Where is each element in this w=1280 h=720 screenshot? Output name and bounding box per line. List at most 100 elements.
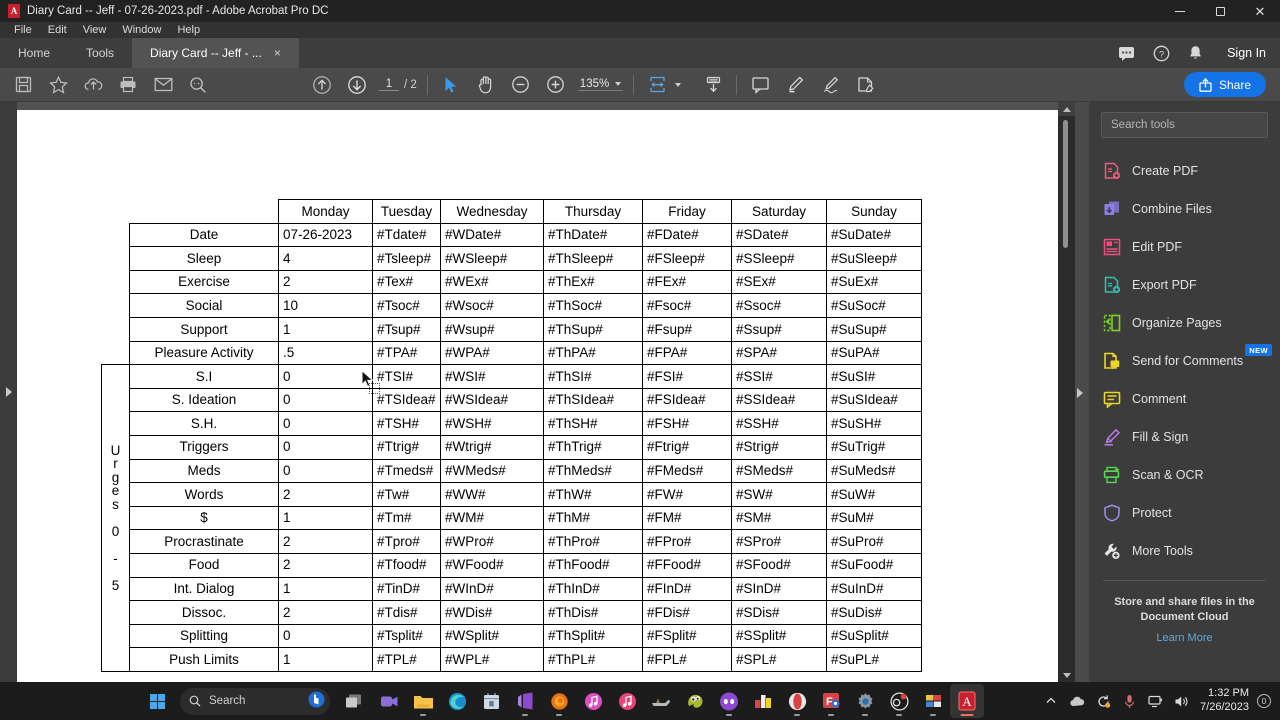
cell-wednesday-15[interactable]: #WInD# bbox=[440, 576, 544, 602]
color-tool-icon[interactable] bbox=[746, 684, 780, 718]
tab-tools[interactable]: Tools bbox=[68, 38, 133, 68]
document-view[interactable]: Monday Tuesday Wednesday Thursday Friday… bbox=[17, 102, 1075, 682]
cell-saturday-13[interactable]: #SPro# bbox=[731, 529, 827, 554]
cell-monday-10[interactable]: 0 bbox=[278, 458, 373, 484]
cell-sunday-6[interactable]: #SuSI# bbox=[826, 364, 922, 389]
cell-sunday-13[interactable]: #SuPro# bbox=[826, 529, 922, 554]
maximize-button[interactable] bbox=[1200, 0, 1240, 22]
cell-saturday-7[interactable]: #SSIdea# bbox=[731, 387, 827, 413]
scroll-up-button[interactable] bbox=[1058, 102, 1075, 116]
microsoft-edge-icon[interactable] bbox=[440, 684, 474, 718]
cell-wednesday-18[interactable]: #WPL# bbox=[440, 647, 544, 672]
cell-sunday-2[interactable]: #SuEx# bbox=[826, 269, 922, 295]
microsoft-store-icon[interactable] bbox=[474, 684, 508, 718]
fill-and-sign-icon[interactable] bbox=[817, 72, 843, 98]
cell-monday-2[interactable]: 2 bbox=[278, 269, 373, 295]
cell-monday-6[interactable]: 0 bbox=[278, 364, 373, 389]
tool-item-protect[interactable]: Protect bbox=[1089, 494, 1280, 532]
cell-sunday-4[interactable]: #SuSup# bbox=[826, 316, 922, 342]
fit-page-icon[interactable] bbox=[644, 72, 670, 98]
cell-friday-5[interactable]: #FPA# bbox=[642, 340, 732, 366]
cell-friday-2[interactable]: #FEx# bbox=[642, 269, 732, 295]
cell-friday-1[interactable]: #FSleep# bbox=[642, 246, 732, 271]
cell-friday-9[interactable]: #Ftrig# bbox=[642, 434, 732, 460]
tool-item-edit-pdf[interactable]: Edit PDF bbox=[1089, 228, 1280, 266]
cell-tuesday-16[interactable]: #Tdis# bbox=[372, 600, 441, 625]
cell-saturday-0[interactable]: #SDate# bbox=[731, 222, 827, 248]
cell-tuesday-0[interactable]: #Tdate# bbox=[372, 222, 441, 248]
cell-monday-14[interactable]: 2 bbox=[278, 552, 373, 578]
cell-wednesday-0[interactable]: #WDate# bbox=[440, 222, 544, 248]
cell-wednesday-3[interactable]: #Wsoc# bbox=[440, 293, 544, 318]
cell-friday-0[interactable]: #FDate# bbox=[642, 222, 732, 248]
cell-wednesday-10[interactable]: #WMeds# bbox=[440, 458, 544, 484]
current-page-input[interactable]: 1 bbox=[379, 78, 399, 91]
cell-friday-12[interactable]: #FM# bbox=[642, 505, 732, 531]
cell-wednesday-14[interactable]: #WFood# bbox=[440, 552, 544, 578]
left-navigation-rail[interactable] bbox=[0, 102, 17, 682]
cell-tuesday-7[interactable]: #TSIdea# bbox=[372, 387, 441, 413]
share-button[interactable]: Share bbox=[1183, 72, 1266, 97]
cell-sunday-9[interactable]: #SuTrig# bbox=[826, 434, 922, 460]
cell-monday-15[interactable]: 1 bbox=[278, 576, 373, 602]
tool-item-send-for-comments[interactable]: Send for Comments NEW bbox=[1089, 342, 1280, 380]
cell-sunday-14[interactable]: #SuFood# bbox=[826, 552, 922, 578]
expand-right-pane-icon[interactable] bbox=[1077, 388, 1083, 398]
microphone-icon[interactable] bbox=[1116, 684, 1142, 718]
close-button[interactable]: ✕ bbox=[1240, 0, 1280, 22]
cell-friday-11[interactable]: #FW# bbox=[642, 482, 732, 507]
tab-close-icon[interactable]: × bbox=[274, 46, 281, 60]
print-icon[interactable] bbox=[115, 72, 141, 98]
cell-saturday-4[interactable]: #Ssup# bbox=[731, 316, 827, 342]
search-tools-input[interactable]: Search tools bbox=[1101, 112, 1268, 138]
cell-wednesday-9[interactable]: #Wtrig# bbox=[440, 434, 544, 460]
tool-item-organize-pages[interactable]: Organize Pages bbox=[1089, 304, 1280, 342]
add-stamp-icon[interactable] bbox=[852, 72, 878, 98]
tool-item-comment[interactable]: Comment bbox=[1089, 380, 1280, 418]
scroll-down-button[interactable] bbox=[1058, 668, 1075, 682]
menu-file[interactable]: File bbox=[6, 22, 40, 38]
tool-item-export-pdf[interactable]: Export PDF bbox=[1089, 266, 1280, 304]
scrollbar-thumb[interactable] bbox=[1063, 120, 1068, 248]
tool-item-more-tools[interactable]: More Tools bbox=[1089, 532, 1280, 570]
menu-edit[interactable]: Edit bbox=[40, 22, 75, 38]
cell-saturday-18[interactable]: #SPL# bbox=[731, 647, 827, 672]
cell-wednesday-2[interactable]: #WEx# bbox=[440, 269, 544, 295]
fit-page-chevron-icon[interactable] bbox=[675, 82, 682, 87]
cell-friday-18[interactable]: #FPL# bbox=[642, 647, 732, 672]
add-comment-icon[interactable] bbox=[747, 72, 773, 98]
cell-thursday-17[interactable]: #ThSplit# bbox=[543, 623, 643, 649]
cell-saturday-17[interactable]: #SSplit# bbox=[731, 623, 827, 649]
cell-monday-0[interactable]: 07-26-2023 bbox=[278, 222, 373, 248]
select-tool-icon[interactable] bbox=[438, 72, 464, 98]
cell-monday-1[interactable]: 4 bbox=[278, 246, 373, 271]
tab-home[interactable]: Home bbox=[0, 38, 69, 68]
cell-saturday-5[interactable]: #SPA# bbox=[731, 340, 827, 366]
menu-help[interactable]: Help bbox=[169, 22, 208, 38]
cell-saturday-8[interactable]: #SSH# bbox=[731, 411, 827, 436]
task-view-icon[interactable] bbox=[338, 684, 372, 718]
volume-icon[interactable] bbox=[1168, 684, 1194, 718]
cell-tuesday-13[interactable]: #Tpro# bbox=[372, 529, 441, 554]
cell-thursday-1[interactable]: #ThSleep# bbox=[543, 246, 643, 271]
figma-icon[interactable]: F bbox=[814, 684, 848, 718]
obs-studio-icon[interactable] bbox=[882, 684, 916, 718]
cell-friday-3[interactable]: #Fsoc# bbox=[642, 293, 732, 318]
cell-thursday-12[interactable]: #ThM# bbox=[543, 505, 643, 531]
cell-monday-9[interactable]: 0 bbox=[278, 434, 373, 460]
tool-item-create-pdf[interactable]: Create PDF bbox=[1089, 152, 1280, 190]
cell-tuesday-6[interactable]: #TSI# bbox=[372, 364, 441, 389]
cell-monday-7[interactable]: 0 bbox=[278, 387, 373, 413]
bing-copilot-icon[interactable] bbox=[308, 691, 325, 711]
cell-saturday-2[interactable]: #SEx# bbox=[731, 269, 827, 295]
cell-sunday-18[interactable]: #SuPL# bbox=[826, 647, 922, 672]
cell-thursday-7[interactable]: #ThSIdea# bbox=[543, 387, 643, 413]
cell-tuesday-4[interactable]: #Tsup# bbox=[372, 316, 441, 342]
sign-in-button[interactable]: Sign In bbox=[1227, 46, 1266, 60]
cell-saturday-15[interactable]: #SInD# bbox=[731, 576, 827, 602]
cell-tuesday-17[interactable]: #Tsplit# bbox=[372, 623, 441, 649]
cell-thursday-10[interactable]: #ThMeds# bbox=[543, 458, 643, 484]
taskbar-search-box[interactable]: Search bbox=[180, 687, 330, 715]
cell-monday-11[interactable]: 2 bbox=[278, 482, 373, 507]
cell-wednesday-8[interactable]: #WSH# bbox=[440, 411, 544, 436]
